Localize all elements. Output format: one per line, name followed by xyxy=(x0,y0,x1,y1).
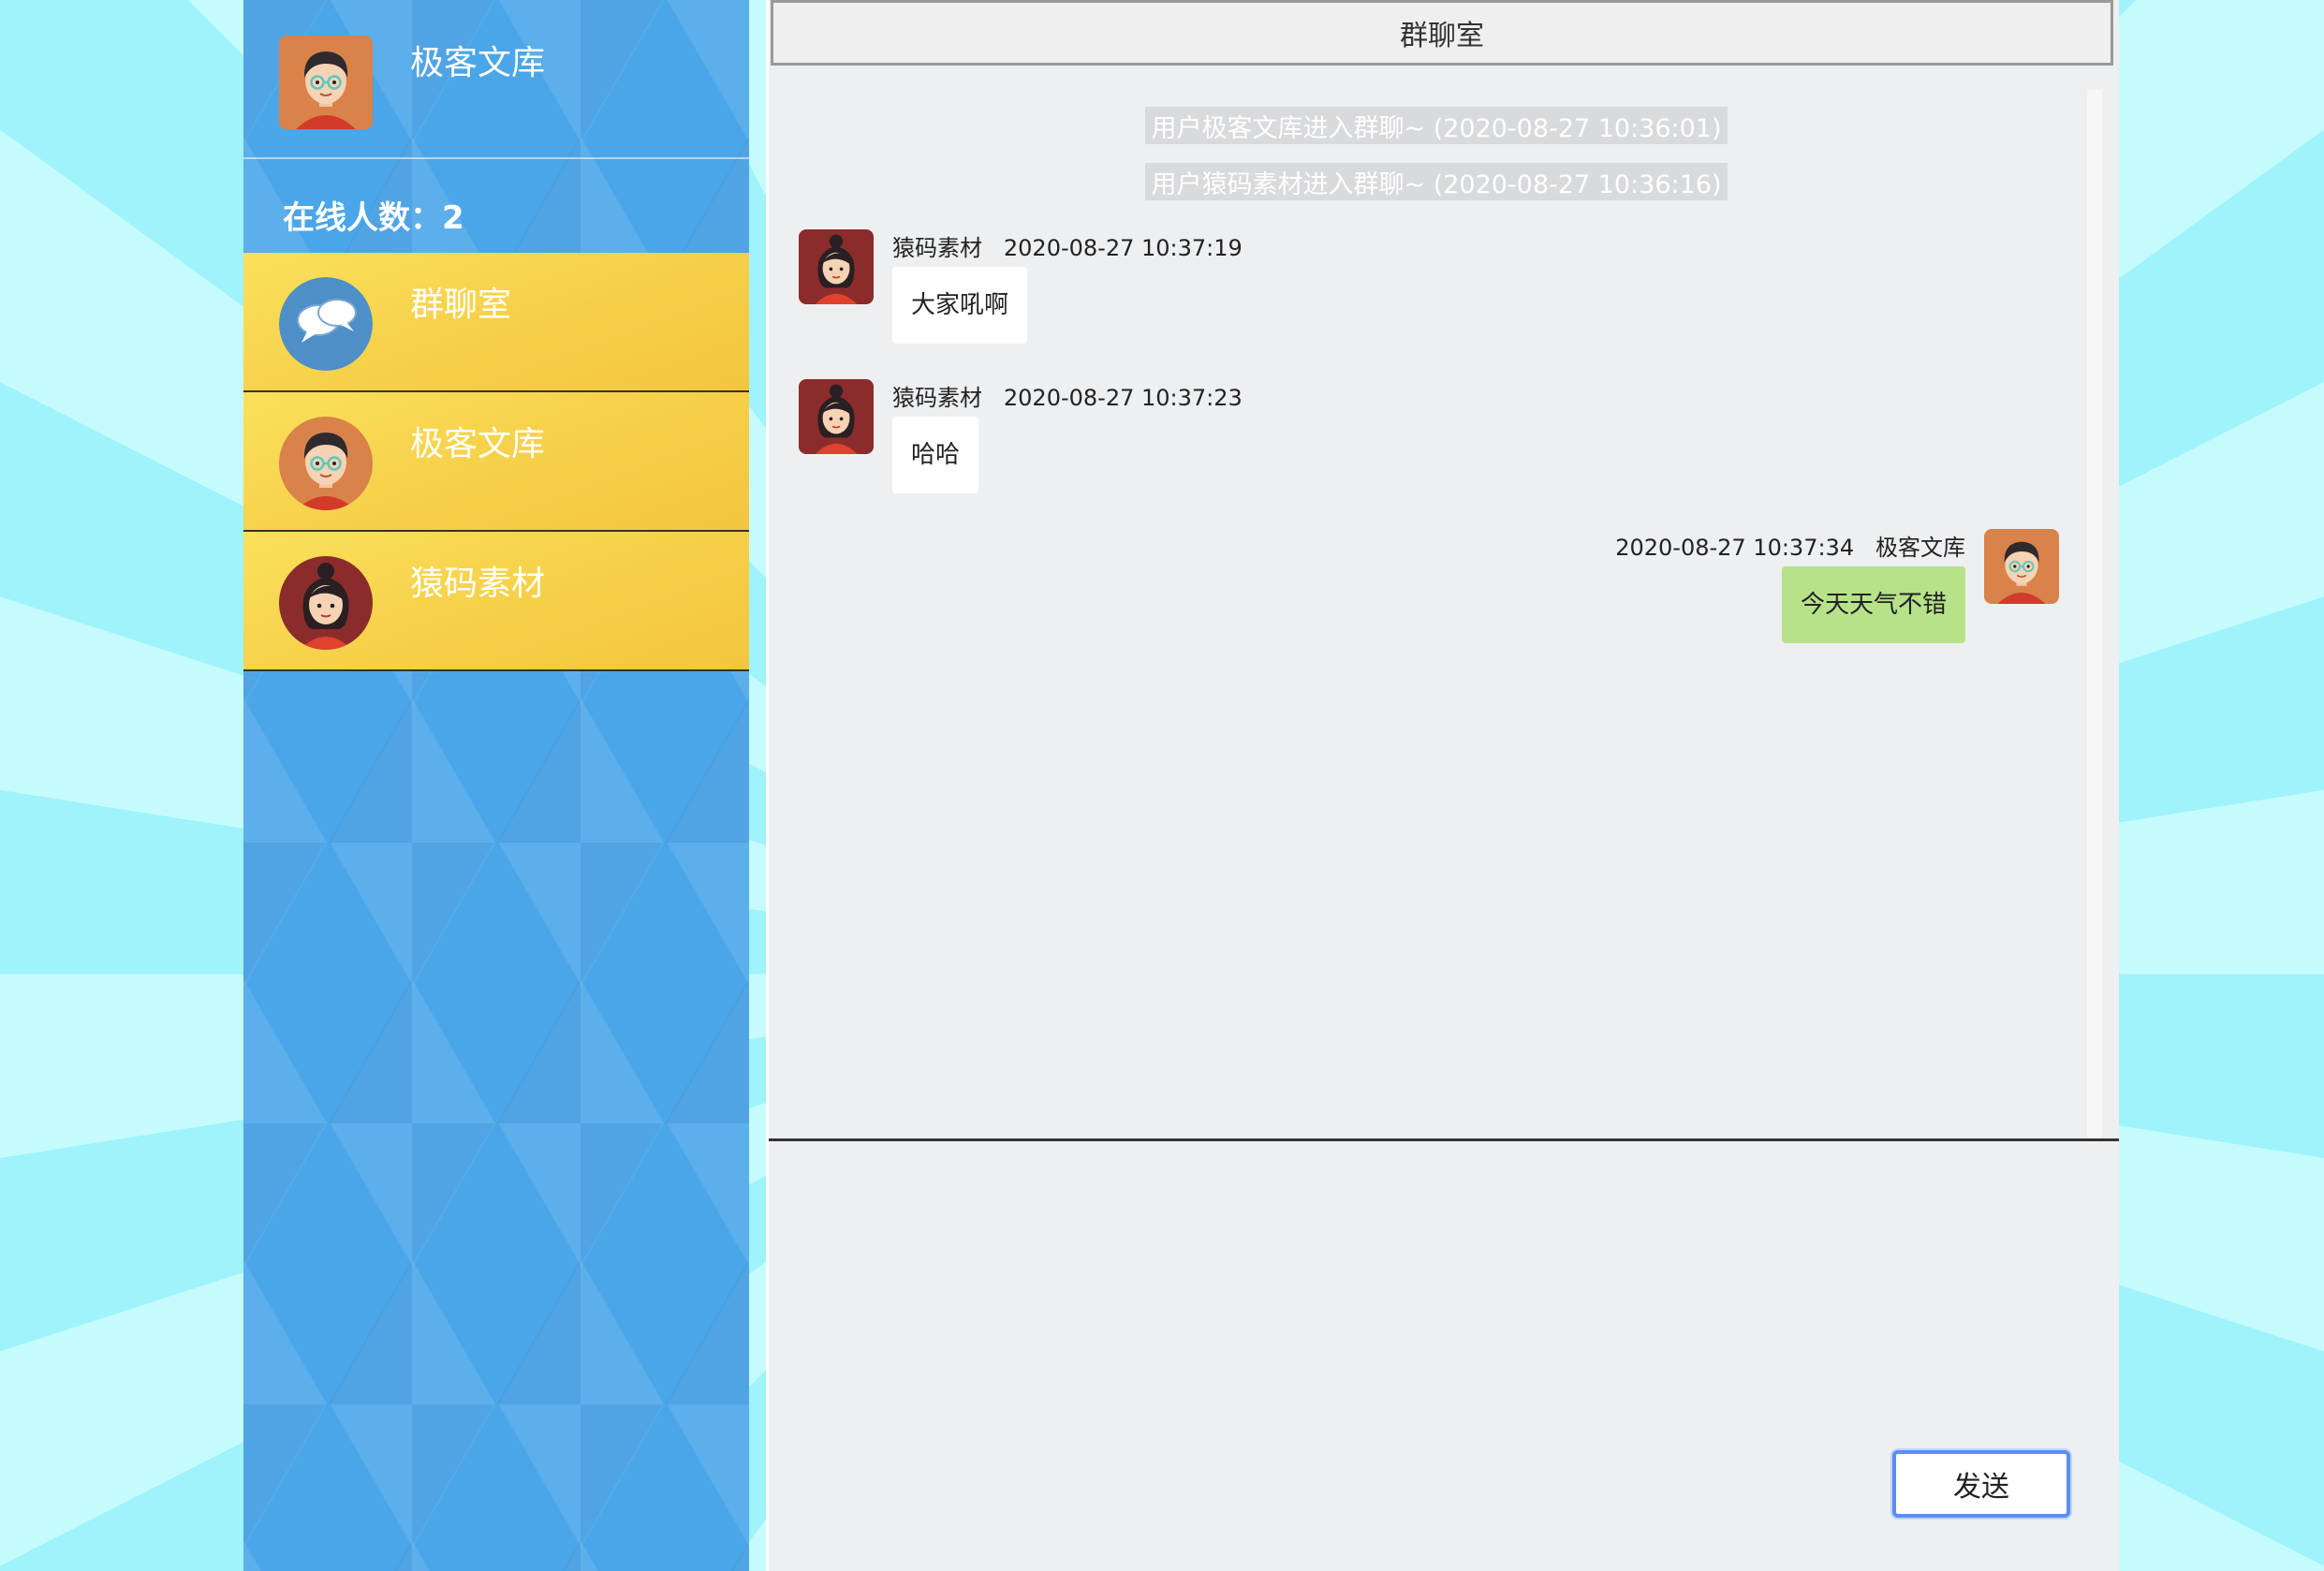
sidebar: 极客文库 在线人数：2 群聊室 极客文库 猿码素材 xyxy=(243,0,749,1571)
scrollbar[interactable] xyxy=(2087,90,2102,1138)
message-input[interactable]: 发送 xyxy=(769,1141,2119,1571)
system-message: 用户猿码素材进入群聊~ (2020-08-27 10:36:16) xyxy=(1145,163,1728,200)
chat-list: 群聊室 极客文库 猿码素材 xyxy=(243,253,749,671)
sender-avatar xyxy=(799,379,874,454)
chat-bubbles-icon xyxy=(279,277,373,371)
message-time: 2020-08-27 10:37:23 xyxy=(1003,385,1243,411)
chat-item-label: 群聊室 xyxy=(410,286,512,324)
room-title: 群聊室 xyxy=(771,0,2113,66)
boy-avatar-icon xyxy=(279,417,373,510)
sender-avatar xyxy=(1984,529,2059,604)
message-time: 2020-08-27 10:37:34 xyxy=(1615,535,1855,561)
message-meta: 猿码素材 2020-08-27 10:37:23 xyxy=(892,379,1243,412)
system-message: 用户极客文库进入群聊~ (2020-08-27 10:36:01) xyxy=(1145,107,1728,144)
send-button[interactable]: 发送 xyxy=(1892,1450,2070,1518)
chat-item-geek[interactable]: 极客文库 xyxy=(243,392,749,532)
chat-item-yuanma[interactable]: 猿码素材 xyxy=(243,532,749,671)
girl-avatar-icon xyxy=(279,556,373,650)
sender-name: 猿码素材 xyxy=(892,385,982,411)
user-name: 极客文库 xyxy=(410,44,546,82)
user-profile: 极客文库 xyxy=(243,0,749,159)
chat-message-own: 2020-08-27 10:37:34 极客文库 今天天气不错 xyxy=(1497,529,2059,651)
message-time: 2020-08-27 10:37:19 xyxy=(1003,235,1243,261)
chat-item-label: 猿码素材 xyxy=(410,565,546,603)
message-bubble: 哈哈 xyxy=(892,417,979,493)
sender-name: 猿码素材 xyxy=(892,235,982,261)
sender-avatar xyxy=(799,229,874,304)
message-meta: 猿码素材 2020-08-27 10:37:19 xyxy=(892,229,1243,262)
message-bubble: 今天天气不错 xyxy=(1781,566,1965,643)
sender-name: 极客文库 xyxy=(1875,535,1965,561)
user-avatar xyxy=(279,36,373,129)
message-bubble: 大家吼啊 xyxy=(892,267,1028,344)
message-meta: 2020-08-27 10:37:34 极客文库 xyxy=(1615,529,1965,562)
chat-panel: 群聊室 用户极客文库进入群聊~ (2020-08-27 10:36:01) 用户… xyxy=(766,0,2119,1571)
online-count: 在线人数：2 xyxy=(283,199,464,237)
message-list[interactable]: 用户极客文库进入群聊~ (2020-08-27 10:36:01) 用户猿码素材… xyxy=(769,67,2102,1140)
chat-item-group[interactable]: 群聊室 xyxy=(243,253,749,392)
chat-item-label: 极客文库 xyxy=(410,425,546,463)
